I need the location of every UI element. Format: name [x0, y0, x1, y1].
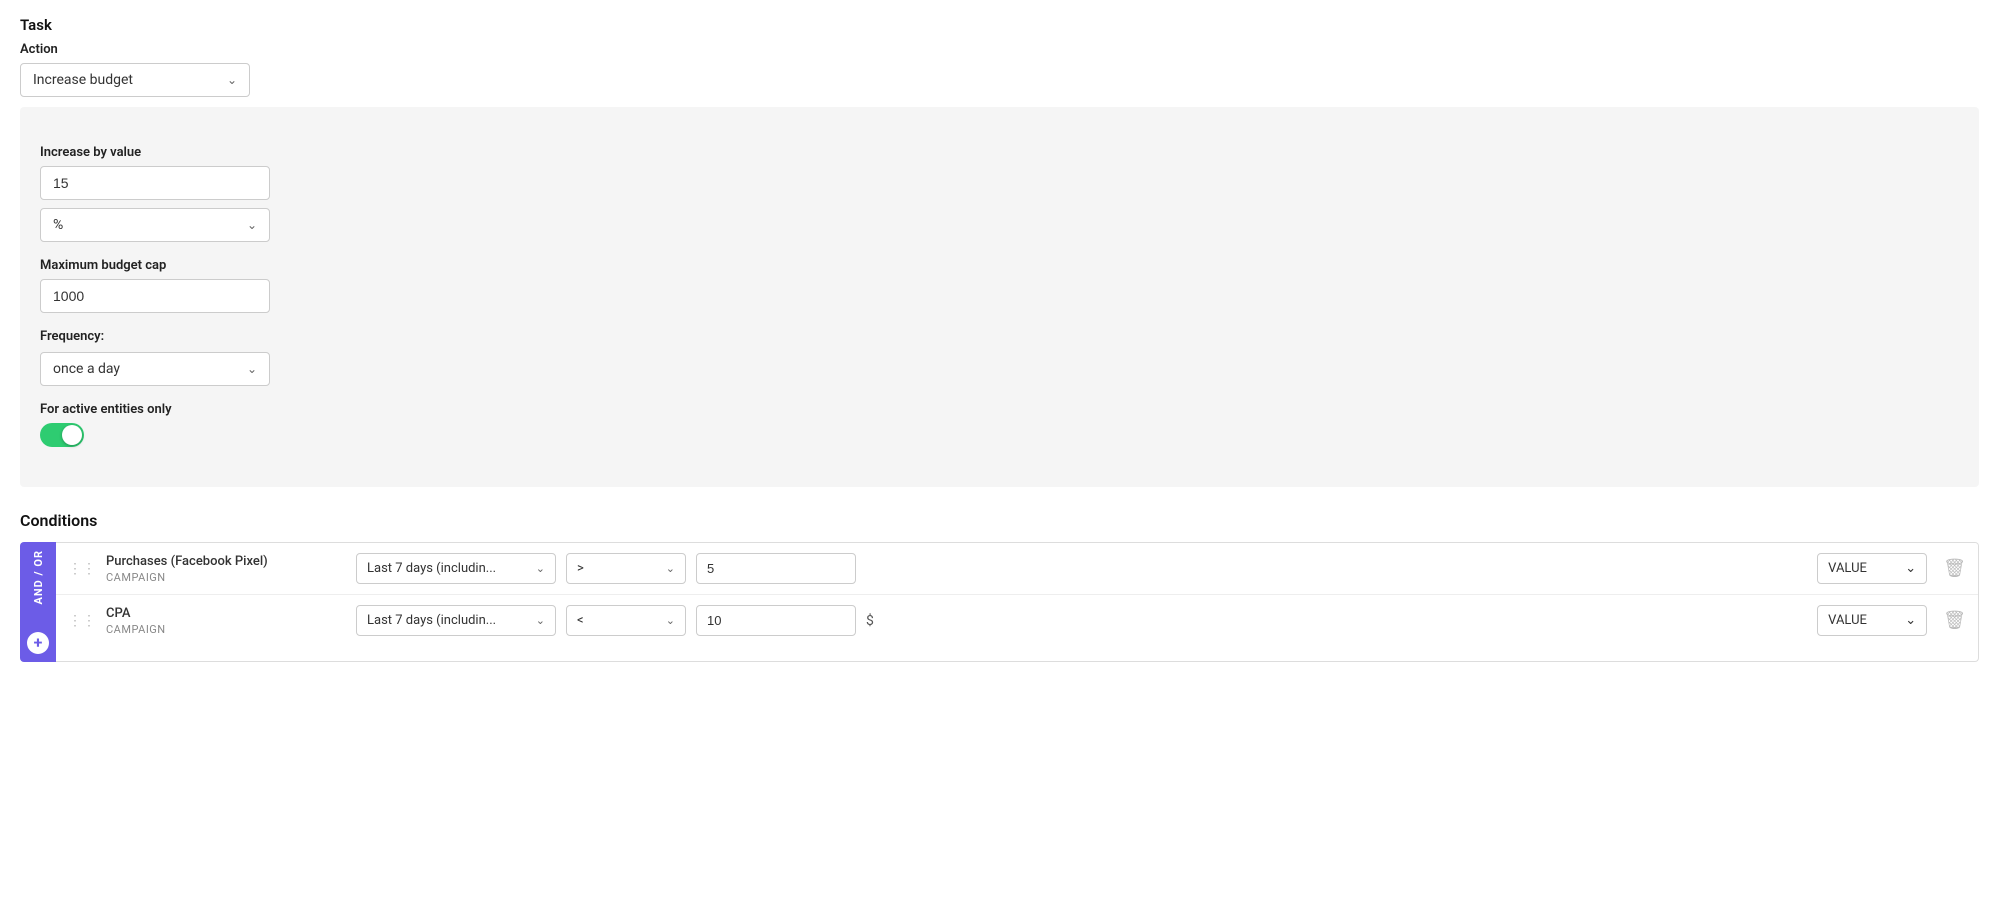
condition-operator-value: >: [577, 561, 584, 576]
condition-period-value: Last 7 days (includin...: [367, 613, 496, 628]
increase-by-value-label: Increase by value: [40, 145, 1959, 160]
toggle-track: [40, 423, 84, 447]
frequency-select[interactable]: once a day ⌄: [40, 352, 270, 386]
condition-name-cell: Purchases (Facebook Pixel) CAMPAIGN: [106, 554, 346, 584]
conditions-title: Conditions: [20, 511, 1979, 530]
chevron-down-icon: ⌄: [536, 562, 545, 575]
task-section: Task Action Increase budget ⌄ Increase b…: [20, 16, 1979, 487]
and-or-sidebar: AND / OR +: [20, 542, 56, 662]
table-row: ⋮⋮ Purchases (Facebook Pixel) CAMPAIGN L…: [56, 543, 1978, 595]
active-entities-label: For active entities only: [40, 402, 1959, 417]
action-dropdown[interactable]: Increase budget ⌄: [20, 63, 250, 97]
action-dropdown-wrapper: Action Increase budget ⌄: [20, 42, 1979, 97]
table-row: ⋮⋮ CPA CAMPAIGN Last 7 days (includin...…: [56, 595, 1978, 646]
condition-operator-value: <: [577, 613, 584, 628]
condition-sub: CAMPAIGN: [106, 623, 346, 636]
maximum-budget-cap-input[interactable]: [40, 279, 270, 313]
toggle-thumb: [62, 425, 82, 445]
condition-value-type-dropdown[interactable]: VALUE ⌄: [1817, 605, 1927, 636]
condition-currency: $: [866, 613, 874, 629]
task-section-title: Task: [20, 16, 1979, 34]
page-wrapper: Task Action Increase budget ⌄ Increase b…: [0, 0, 1999, 678]
maximum-budget-cap-group: Maximum budget cap: [40, 258, 1959, 313]
chevron-down-icon: ⌄: [1905, 561, 1916, 576]
chevron-down-icon: ⌄: [666, 614, 675, 627]
action-label: Action: [20, 42, 1979, 57]
condition-period-value: Last 7 days (includin...: [367, 561, 496, 576]
drag-handle-icon[interactable]: ⋮⋮: [68, 561, 96, 577]
delete-condition-icon[interactable]: 🗑: [1943, 610, 1966, 631]
condition-value-type-dropdown[interactable]: VALUE ⌄: [1817, 553, 1927, 584]
percent-select[interactable]: % ⌄: [40, 208, 270, 242]
frequency-select-value: once a day: [53, 361, 120, 377]
maximum-budget-cap-label: Maximum budget cap: [40, 258, 1959, 273]
chevron-down-icon: ⌄: [1905, 613, 1916, 628]
chevron-down-icon: ⌄: [247, 362, 257, 376]
chevron-down-icon: ⌄: [247, 218, 257, 232]
and-or-label: AND / OR: [32, 550, 45, 604]
frequency-label: Frequency:: [40, 329, 1959, 344]
toggle-wrapper: [40, 423, 1959, 447]
drag-handle-icon[interactable]: ⋮⋮: [68, 613, 96, 629]
condition-name: Purchases (Facebook Pixel): [106, 554, 346, 569]
condition-period-dropdown[interactable]: Last 7 days (includin... ⌄: [356, 553, 556, 584]
conditions-container: AND / OR + ⋮⋮ Purchases (Facebook Pixel)…: [20, 542, 1979, 662]
condition-operator-dropdown[interactable]: > ⌄: [566, 553, 686, 584]
chevron-down-icon: ⌄: [666, 562, 675, 575]
delete-condition-icon[interactable]: 🗑: [1943, 558, 1966, 579]
increase-by-value-group: Increase by value % ⌄: [40, 145, 1959, 242]
task-card: Increase by value % ⌄ Maximum budget cap…: [20, 107, 1979, 487]
percent-select-value: %: [53, 217, 63, 233]
condition-value-type: VALUE: [1828, 613, 1867, 628]
task-fields: Increase by value % ⌄ Maximum budget cap…: [40, 145, 1959, 447]
condition-value-type: VALUE: [1828, 561, 1867, 576]
active-entities-group: For active entities only: [40, 402, 1959, 447]
condition-name: CPA: [106, 606, 346, 621]
conditions-rows: ⋮⋮ Purchases (Facebook Pixel) CAMPAIGN L…: [56, 542, 1979, 662]
condition-operator-dropdown[interactable]: < ⌄: [566, 605, 686, 636]
condition-sub: CAMPAIGN: [106, 571, 346, 584]
condition-value-input[interactable]: [696, 605, 856, 636]
frequency-group: Frequency: once a day ⌄: [40, 329, 1959, 386]
chevron-down-icon: ⌄: [536, 614, 545, 627]
condition-name-cell: CPA CAMPAIGN: [106, 606, 346, 636]
condition-value-input[interactable]: [696, 553, 856, 584]
add-condition-button[interactable]: +: [27, 632, 49, 654]
condition-period-dropdown[interactable]: Last 7 days (includin... ⌄: [356, 605, 556, 636]
conditions-section: Conditions AND / OR + ⋮⋮ Purchases (Face…: [20, 511, 1979, 662]
increase-by-value-input[interactable]: [40, 166, 270, 200]
active-entities-toggle[interactable]: [40, 423, 84, 447]
chevron-down-icon: ⌄: [227, 73, 237, 87]
action-dropdown-value: Increase budget: [33, 72, 133, 88]
